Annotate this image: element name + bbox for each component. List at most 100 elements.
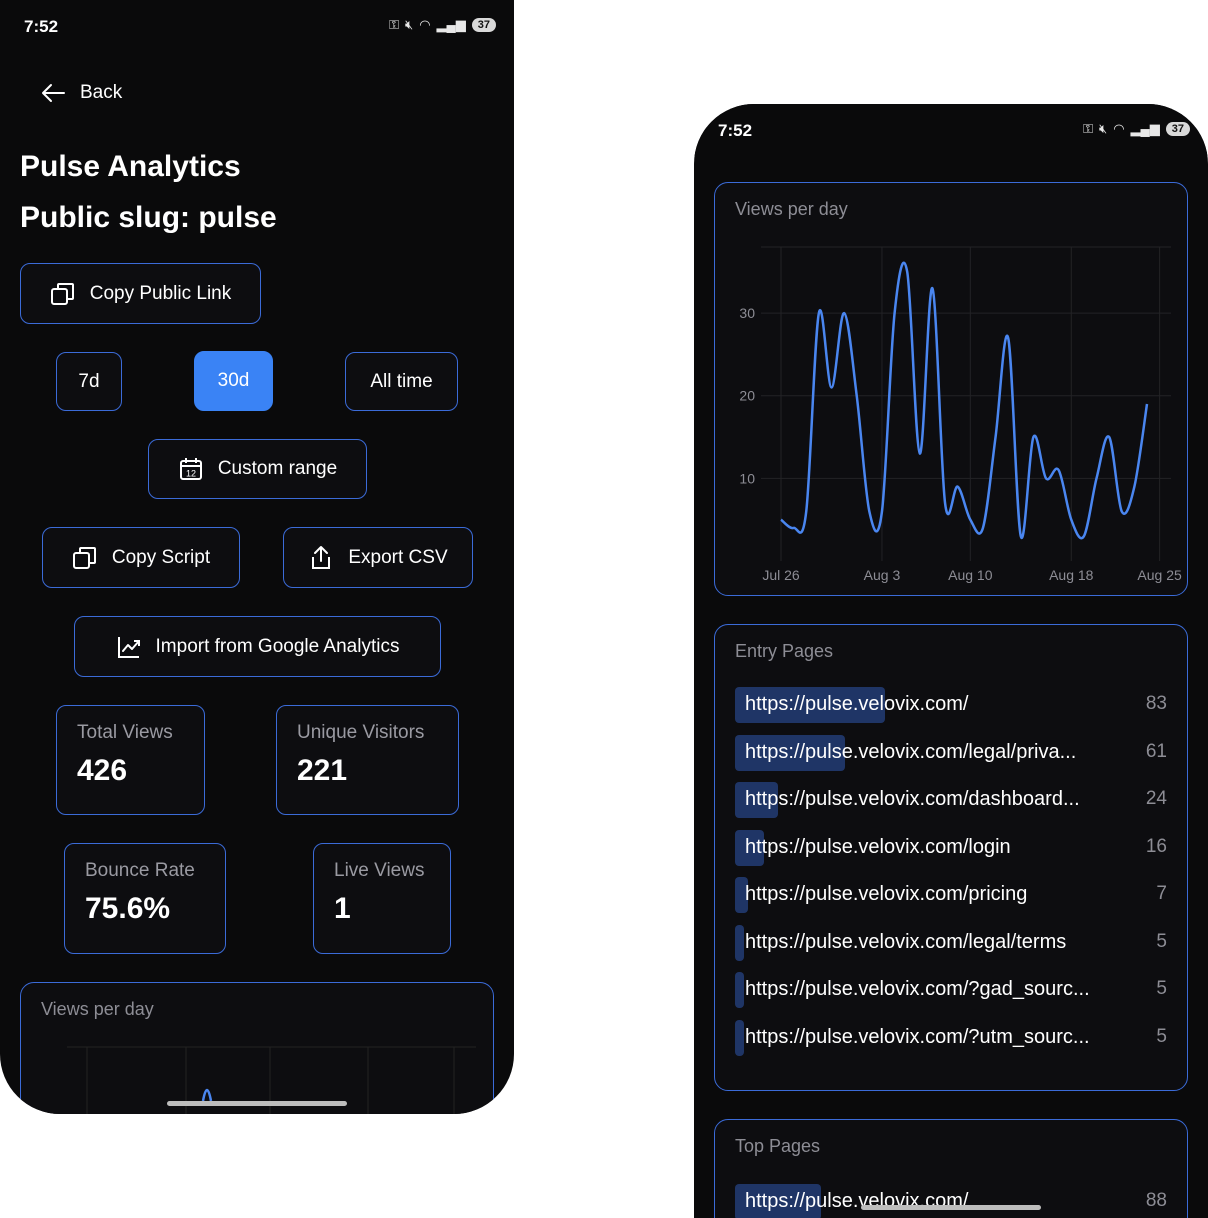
page-url: https://pulse.velovix.com/pricing — [745, 883, 1028, 905]
status-time: 7:52 — [718, 121, 753, 140]
key-icon: ⚿ — [389, 17, 399, 32]
arrow-left-icon — [42, 84, 65, 102]
page-count: 83 — [1145, 693, 1167, 714]
x-tick-label: Aug 10 — [948, 567, 993, 583]
series-line — [780, 261, 1149, 540]
list-item[interactable]: https://pulse.velovix.com/pricing 7 — [735, 877, 1167, 913]
list-item[interactable]: https://pulse.velovix.com/ 88 — [735, 1184, 1167, 1218]
phone-screen-details: 7:52 ⚿ 🔇︎ ◠ ▂▄▆ 37 Views per day 10 20 30 J… — [694, 104, 1208, 1218]
status-bar: 7:52 ⚿ 🔇︎ ◠ ▂▄▆ 37 — [0, 0, 514, 52]
page-url: https://pulse.velovix.com/login — [745, 835, 1011, 858]
range-7d-button[interactable]: 7d — [56, 352, 122, 411]
page-count: 7 — [1156, 883, 1167, 904]
range-30d-label: 30d — [217, 370, 250, 391]
page-count: 5 — [1156, 930, 1167, 952]
home-indicator[interactable] — [861, 1205, 1041, 1210]
page-url: https://pulse.velovix.com/?gad_sourc... — [745, 978, 1090, 1000]
list-item[interactable]: https://pulse.velovix.com/login 16 — [735, 829, 1167, 866]
x-tick-label: Jul 26 — [762, 567, 800, 583]
status-bar: 7:52 ⚿ 🔇︎ ◠ ▂▄▆ 37 — [694, 104, 1208, 156]
battery-icon: 37 — [471, 18, 496, 32]
y-tick-label: 30 — [739, 305, 755, 321]
stat-value: 426 — [77, 754, 128, 787]
range-all-time-button[interactable]: All time — [345, 352, 458, 411]
custom-range-label: Custom range — [217, 458, 338, 479]
wifi-icon: ◠ — [419, 17, 431, 32]
stat-label: Total Views — [77, 722, 173, 743]
views-per-day-card-preview: Views per day — [20, 982, 494, 1114]
stat-value: 221 — [297, 754, 348, 787]
export-csv-button[interactable]: Export CSV — [283, 527, 473, 588]
wifi-icon: ◠ — [1113, 121, 1125, 136]
list-item[interactable]: https://pulse.velovix.com/?gad_sourc... 5 — [735, 972, 1167, 1008]
page-count: 16 — [1145, 835, 1167, 857]
stat-live-views: Live Views 1 — [313, 843, 451, 954]
public-slug: Public slug: pulse — [20, 201, 277, 234]
battery-icon: 37 — [1165, 122, 1190, 136]
page-count: 24 — [1145, 788, 1167, 809]
range-30d-button[interactable]: 30d — [194, 351, 273, 411]
phone-screen-overview: 7:52 ⚿ 🔇︎ ◠ ▂▄▆ 37 Back Pulse Analytics … — [0, 0, 514, 1114]
status-time: 7:52 — [24, 17, 59, 36]
mute-icon: 🔇︎ — [1098, 121, 1108, 136]
x-tick-label: Aug 18 — [1049, 567, 1094, 583]
page-count: 88 — [1145, 1190, 1167, 1211]
export-csv-label: Export CSV — [348, 546, 448, 568]
stat-unique-visitors: Unique Visitors 221 — [276, 705, 459, 815]
card-title: Top Pages — [735, 1136, 821, 1156]
signal-icon: ▂▄▆ — [436, 17, 466, 32]
list-item[interactable]: https://pulse.velovix.com/legal/terms 5 — [735, 924, 1167, 961]
signal-icon: ▂▄▆ — [1130, 121, 1160, 136]
stat-value: 75.6% — [85, 892, 171, 925]
x-tick-label: Aug 25 — [1137, 567, 1182, 583]
page-url: https://pulse.velovix.com/ — [745, 693, 969, 715]
stat-label: Unique Visitors — [297, 722, 425, 743]
range-all-time-label: All time — [370, 370, 433, 392]
status-icons: ⚿ 🔇︎ ◠ ▂▄▆ 37 — [389, 17, 496, 33]
list-item[interactable]: https://pulse.velovix.com/legal/priva...… — [735, 734, 1167, 771]
count-bar — [735, 972, 745, 1008]
top-pages-card: Top Pages https://pulse.velovix.com/ 88 — [714, 1119, 1188, 1218]
home-indicator[interactable] — [167, 1101, 347, 1106]
svg-text:12: 12 — [186, 469, 196, 479]
copy-icon — [72, 546, 96, 569]
card-title: Entry Pages — [735, 641, 834, 661]
share-icon — [312, 545, 331, 569]
page-url: https://pulse.velovix.com/legal/terms — [745, 930, 1067, 953]
stat-label: Live Views — [334, 860, 425, 881]
mute-icon: 🔇︎ — [404, 17, 414, 32]
x-tick-label: Aug 3 — [864, 567, 901, 583]
page-url: https://pulse.velovix.com/dashboard... — [745, 788, 1080, 810]
page-count: 5 — [1156, 978, 1167, 999]
page-count: 61 — [1145, 740, 1167, 762]
views-per-day-chart: 10 20 30 Jul 26 Aug 3 Aug 10 Aug 18 Aug 25 — [739, 246, 1182, 583]
page-title: Pulse Analytics — [20, 150, 241, 183]
count-bar — [735, 1019, 745, 1056]
views-per-day-card: Views per day 10 20 30 Jul 26 Aug 3 Aug 10 Aug… — [714, 182, 1188, 596]
list-item[interactable]: https://pulse.velovix.com/dashboard... 24 — [735, 782, 1167, 818]
y-tick-label: 10 — [739, 470, 755, 486]
copy-public-link-button[interactable]: Copy Public Link — [20, 263, 261, 324]
status-icons: ⚿ 🔇︎ ◠ ▂▄▆ 37 — [1083, 121, 1190, 137]
y-tick-label: 20 — [739, 388, 755, 404]
calendar-icon: 12 — [179, 458, 202, 480]
stat-bounce-rate: Bounce Rate 75.6% — [64, 843, 226, 954]
entry-pages-card: Entry Pages https://pulse.velovix.com/83… — [714, 624, 1188, 1091]
copy-script-label: Copy Script — [111, 546, 211, 568]
back-button[interactable]: Back — [40, 82, 122, 104]
trend-chart-icon — [117, 636, 140, 658]
stat-label: Bounce Rate — [85, 860, 195, 881]
page-url: https://pulse.velovix.com/legal/priva... — [745, 740, 1077, 763]
range-7d-label: 7d — [78, 370, 100, 392]
list-item[interactable]: https://pulse.velovix.com/83 — [735, 687, 1167, 723]
stat-total-views: Total Views 426 — [56, 705, 205, 815]
page-count: 5 — [1156, 1025, 1167, 1047]
page-url: https://pulse.velovix.com/?utm_sourc... — [745, 1025, 1090, 1048]
copy-script-button[interactable]: Copy Script — [42, 527, 240, 588]
key-icon: ⚿ — [1083, 121, 1093, 136]
import-google-analytics-button[interactable]: Import from Google Analytics — [74, 616, 441, 677]
list-item[interactable]: https://pulse.velovix.com/?utm_sourc... 5 — [735, 1019, 1167, 1056]
custom-range-button[interactable]: 12 Custom range — [148, 439, 367, 499]
stat-value: 1 — [334, 892, 351, 925]
back-label: Back — [80, 82, 123, 103]
